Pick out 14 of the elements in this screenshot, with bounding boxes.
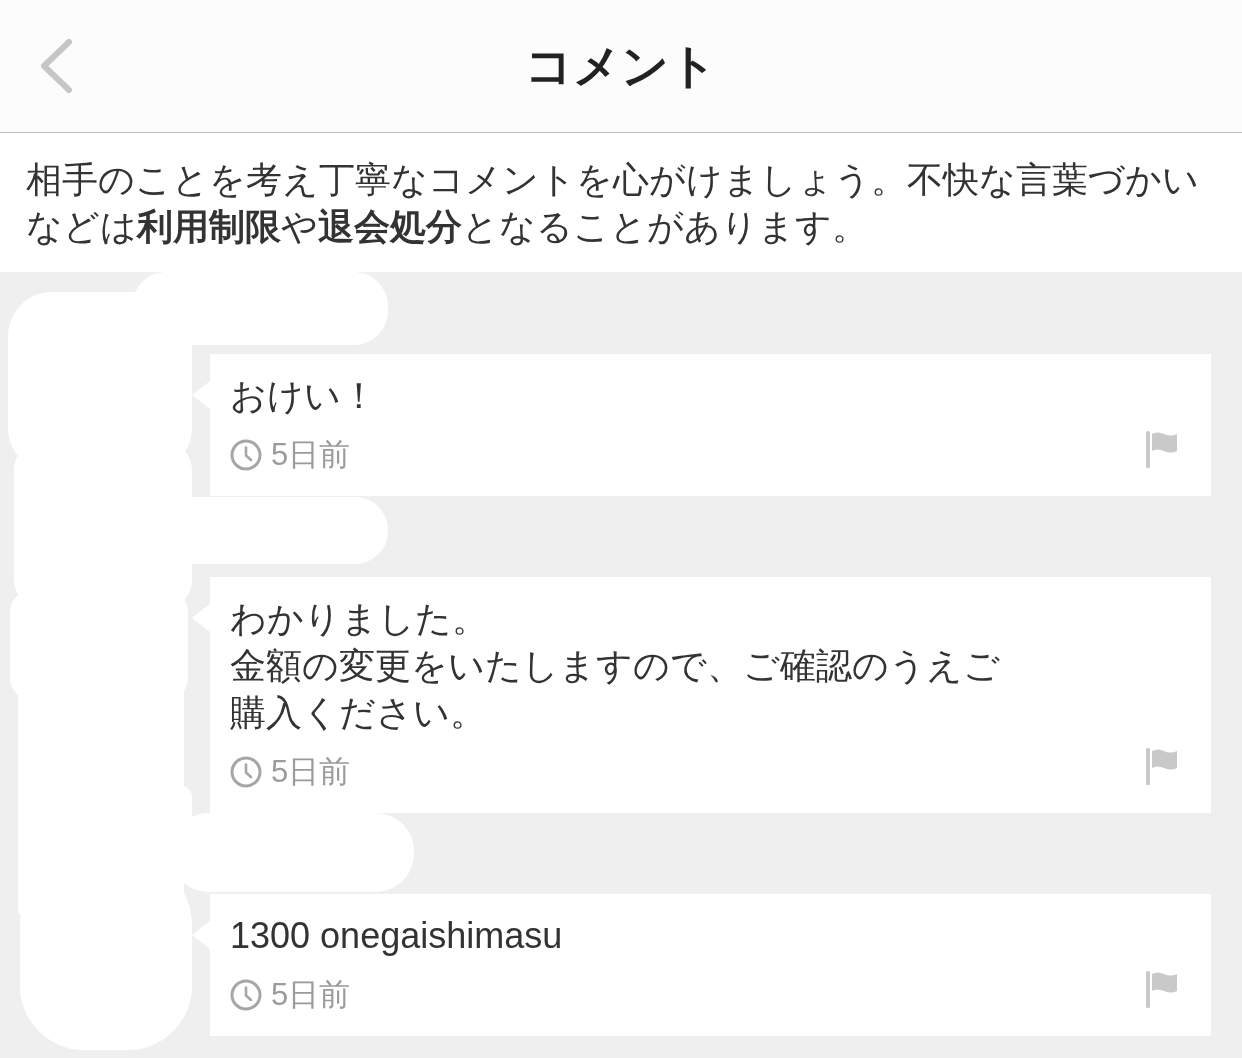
comment-time: 5日前 bbox=[271, 753, 351, 791]
comment-time: 5日前 bbox=[271, 436, 351, 474]
comment-time: 5日前 bbox=[271, 976, 351, 1014]
clock-icon bbox=[230, 439, 262, 471]
clock-icon bbox=[230, 756, 262, 788]
comment-text: わかりました。 bbox=[230, 597, 489, 641]
clock-icon bbox=[230, 979, 262, 1011]
comment-text: 金額の変更をいたしますので、ご確認のうえご bbox=[230, 644, 1001, 688]
comment-text: 1300 onegaishimasu bbox=[230, 914, 564, 958]
page-title: コメント bbox=[525, 38, 717, 94]
notice-text: 相手のことを考え丁寧なコメントを心がけましょう。不快な言葉づかいなどは利用制限や退会処分となることがあります。 bbox=[26, 158, 1200, 249]
comment-text: おけい！ bbox=[230, 374, 378, 418]
comment-text: 購入ください。 bbox=[230, 691, 487, 735]
chevron-left-icon[interactable] bbox=[39, 38, 73, 94]
